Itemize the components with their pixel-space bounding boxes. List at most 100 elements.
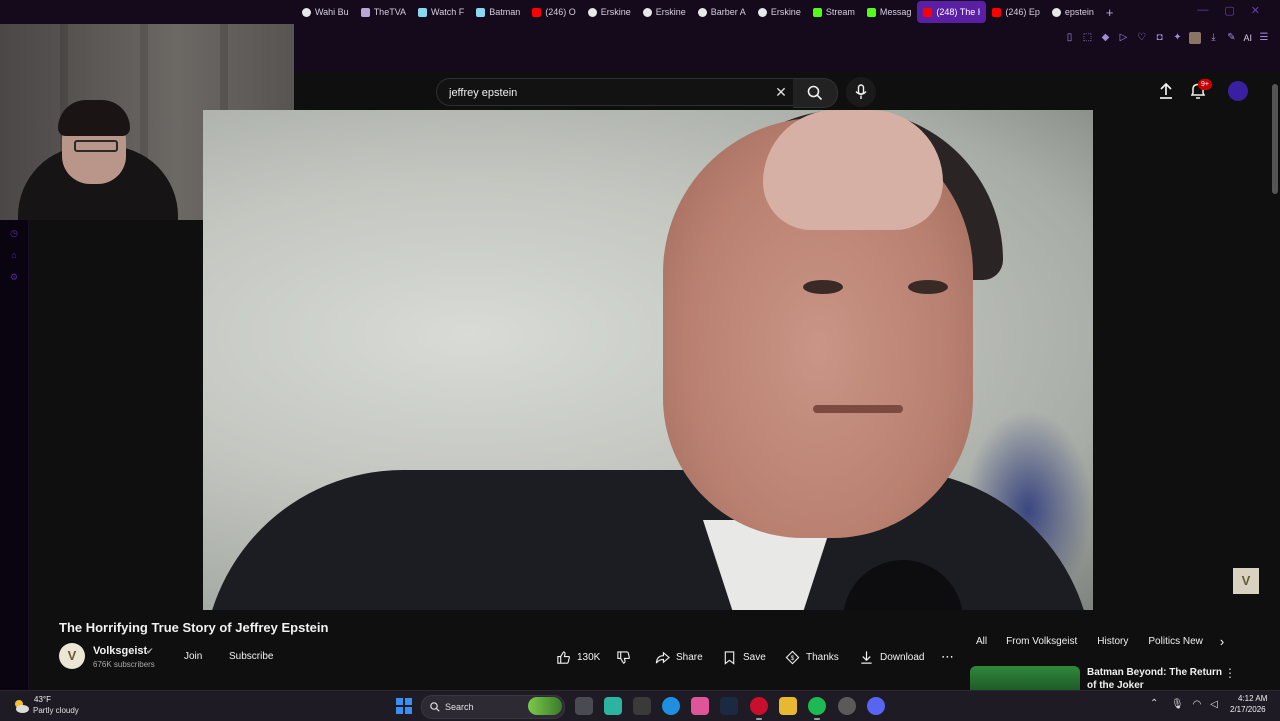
browser-tab[interactable]: Wahi Bu: [296, 1, 355, 23]
taskbar-search[interactable]: Search: [421, 695, 565, 719]
ai-button[interactable]: AI: [1243, 33, 1252, 43]
download-label: Download: [880, 651, 925, 663]
chip-from-volksgeist[interactable]: From Volksgeist: [999, 633, 1084, 650]
chrome-task-icon[interactable]: [838, 697, 856, 715]
recommended-title[interactable]: Batman Beyond: The Return of the Joker: [1087, 666, 1222, 690]
browser-tab[interactable]: Stream: [807, 1, 861, 23]
copilot-color-icon[interactable]: [691, 697, 709, 715]
thanks-icon: $: [785, 650, 800, 664]
wifi-icon[interactable]: ◠: [1191, 698, 1203, 712]
search-icon: [807, 85, 823, 101]
browser-tab[interactable]: Batman: [470, 1, 526, 23]
window-controls: — ▢ ✕: [1197, 4, 1260, 17]
microphone-tray-icon[interactable]: 🎙: [1171, 698, 1184, 712]
chip-politics-new[interactable]: Politics New: [1141, 633, 1209, 650]
close-window-icon[interactable]: ✕: [1251, 4, 1260, 17]
thanks-button[interactable]: $ Thanks: [785, 648, 839, 666]
download-button[interactable]: Download: [859, 648, 924, 666]
profile-avatar[interactable]: [1189, 32, 1202, 44]
account-avatar[interactable]: [1228, 81, 1248, 101]
share-label: Share: [676, 651, 703, 663]
browser-tab[interactable]: (248) The H: [917, 1, 987, 23]
save-button[interactable]: Save: [722, 648, 766, 666]
chrome-icon: [757, 7, 767, 17]
bookmark-icon[interactable]: ▯: [1063, 32, 1075, 44]
settings-icon[interactable]: ⚙: [9, 272, 19, 282]
join-button[interactable]: Join: [184, 648, 202, 666]
browser-tab[interactable]: Watch F: [412, 1, 470, 23]
chevron-up-icon[interactable]: ⌃: [1150, 698, 1158, 709]
bookmarks-icon[interactable]: ⌂: [9, 250, 19, 260]
spotify-icon[interactable]: [808, 697, 826, 720]
subject-eye: [803, 280, 843, 294]
heart-icon[interactable]: ♡: [1135, 32, 1147, 44]
browser-tab[interactable]: Messag: [861, 1, 918, 23]
browser-tab[interactable]: Barber A: [692, 1, 752, 23]
volume-icon[interactable]: ◁: [1208, 698, 1220, 712]
history-icon[interactable]: ◷: [9, 228, 19, 238]
partly-cloudy-icon[interactable]: [12, 697, 30, 715]
folder-icon[interactable]: [779, 697, 797, 715]
file-explorer-task-icon[interactable]: [575, 697, 593, 715]
page-scrollbar[interactable]: [1270, 72, 1280, 690]
download-icon[interactable]: ⤓: [1207, 32, 1219, 44]
search-button[interactable]: [793, 78, 838, 108]
channel-watermark[interactable]: V: [1233, 568, 1259, 594]
extension-icon[interactable]: ✦: [1171, 32, 1183, 44]
browser-tab[interactable]: Erskine: [582, 1, 637, 23]
new-tab-button[interactable]: +: [1100, 5, 1120, 20]
video-player[interactable]: [203, 110, 1093, 610]
start-button[interactable]: [396, 698, 412, 714]
channel-avatar[interactable]: V: [59, 643, 85, 669]
menu-icon[interactable]: ☰: [1258, 32, 1270, 44]
play-icon[interactable]: ▷: [1117, 32, 1129, 44]
search-highlight-icon: [528, 697, 562, 715]
browser-tab[interactable]: (246) O: [526, 1, 582, 23]
discord-icon[interactable]: [867, 697, 885, 715]
dislike-button[interactable]: [616, 648, 631, 666]
channel-name[interactable]: Volksgeist: [93, 645, 147, 657]
twitch-icon[interactable]: ◘: [1153, 32, 1165, 44]
opera-gx-icon[interactable]: [750, 697, 768, 720]
tab-title: Wahi Bu: [315, 7, 349, 17]
chip-history[interactable]: History: [1090, 633, 1135, 650]
screenshot-icon[interactable]: ⬚: [1081, 32, 1093, 44]
clock-time[interactable]: 4:12 AM: [1238, 694, 1267, 703]
chevron-right-icon[interactable]: ›: [1214, 634, 1230, 650]
tab-title: Watch F: [431, 7, 465, 17]
search-box[interactable]: ✕: [436, 78, 794, 107]
tab-title: (246) Ep: [1005, 7, 1040, 17]
search-input[interactable]: [447, 79, 751, 107]
copilot-icon[interactable]: [604, 697, 622, 715]
recommended-thumbnail[interactable]: [970, 666, 1080, 690]
browser-tab[interactable]: epstein: [1046, 1, 1100, 23]
ai-icon[interactable]: ✎: [1225, 32, 1237, 44]
browser-tab[interactable]: Erskine: [752, 1, 807, 23]
clock-date[interactable]: 2/17/2026: [1230, 705, 1266, 714]
steam-icon[interactable]: [720, 697, 738, 715]
edge-icon[interactable]: [662, 697, 680, 715]
chip-all[interactable]: All: [970, 633, 993, 650]
maximize-icon[interactable]: ▢: [1224, 4, 1234, 17]
browser-tab[interactable]: TheTVA: [355, 1, 412, 23]
taskbar-search-label: Search: [445, 702, 474, 712]
share-button[interactable]: Share: [655, 648, 703, 666]
browser-tab[interactable]: (246) Ep: [986, 1, 1046, 23]
browser-toolbar: ▯ ⬚ ◆ ▷ ♡ ◘ ✦ ⤓ ✎ AI ☰: [294, 24, 1280, 73]
scrollbar-thumb[interactable]: [1272, 84, 1278, 194]
subscribe-button[interactable]: Subscribe: [229, 648, 273, 666]
voice-search-button[interactable]: [846, 77, 876, 107]
clear-search-icon[interactable]: ✕: [771, 82, 791, 102]
terminal-icon[interactable]: [633, 697, 651, 715]
browser-tab[interactable]: Erskine: [637, 1, 692, 23]
upload-icon[interactable]: [1156, 81, 1176, 101]
like-button[interactable]: 130K: [556, 648, 600, 666]
notification-count-badge: 9+: [1198, 79, 1212, 90]
shield-icon[interactable]: ◆: [1099, 32, 1111, 44]
windows-logo-tile: [405, 698, 412, 705]
thumbs-up-icon: [557, 650, 570, 664]
more-actions-button[interactable]: ⋯: [941, 648, 954, 666]
minimize-icon[interactable]: —: [1197, 4, 1208, 17]
more-vert-icon[interactable]: ⋮: [1224, 666, 1236, 682]
windows-logo-tile: [396, 707, 403, 714]
